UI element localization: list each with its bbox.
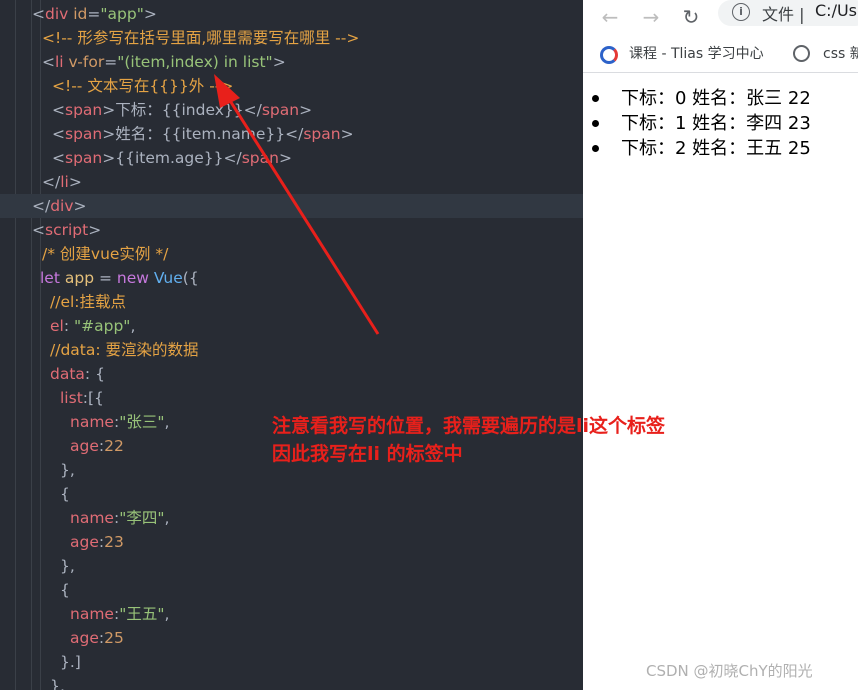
annotation-line-1: 注意看我写的位置，我需要遍历的是li这个标签 [272, 415, 666, 437]
arrow-head [214, 74, 240, 108]
annotation-text: 注意看我写的位置，我需要遍历的是li这个标签 因此我写在li 的标签中 [272, 412, 665, 468]
watermark: CSDN @初晓ChY的阳光 [646, 662, 813, 680]
annotation-arrow [214, 74, 380, 335]
arrow-shaft [220, 87, 380, 335]
annotation-line-2: 因此我写在li 的标签中 [272, 443, 463, 465]
